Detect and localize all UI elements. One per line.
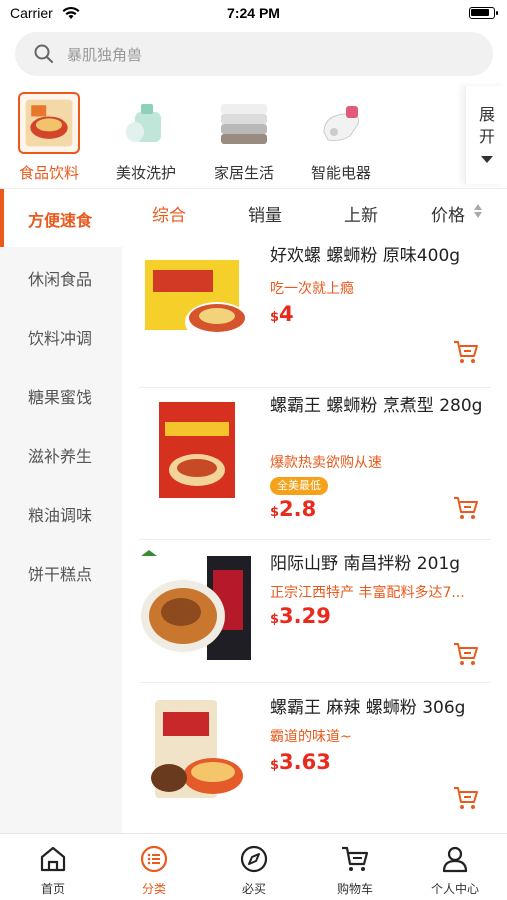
category-beauty[interactable]: 美妆洗护 <box>100 88 192 184</box>
currency-symbol: $ <box>270 310 280 325</box>
expand-categories-button[interactable]: 展开 <box>465 86 507 184</box>
add-to-cart-icon[interactable] <box>453 642 479 666</box>
currency-symbol: $ <box>270 612 280 627</box>
add-to-cart-icon[interactable] <box>453 786 479 810</box>
product-description: 霸道的味道~ <box>270 729 352 745</box>
currency-symbol: $ <box>270 505 280 520</box>
lowest-price-badge: 全美最低 <box>270 477 328 495</box>
product-name: 螺霸王 麻辣 螺蛳粉 306g <box>270 698 466 718</box>
tab-must-buy[interactable]: 必买 <box>214 844 294 897</box>
search-bar[interactable]: 暴肌独角兽 <box>15 32 493 76</box>
category-label: 食品饮料 <box>18 164 79 182</box>
sidebar-item-beverages[interactable]: 饮料冲调 <box>0 307 122 365</box>
tab-home[interactable]: 首页 <box>13 844 93 897</box>
home-icon <box>40 846 66 872</box>
profile-icon <box>442 846 468 873</box>
beauty-thumbnail <box>126 104 161 142</box>
compass-icon <box>240 845 268 873</box>
price-value: 4 <box>279 302 294 326</box>
price-value: 3.63 <box>279 750 331 774</box>
price-value: 3.29 <box>279 604 331 628</box>
food-drink-thumbnail <box>18 92 80 154</box>
product-price: $2.8 <box>270 497 316 521</box>
product-card[interactable]: 螺霸王 麻辣 螺蛳粉 306g 霸道的味道~ $3.63 <box>139 690 491 840</box>
tab-category[interactable]: 分类 <box>114 844 194 897</box>
product-name: 阳际山野 南昌拌粉 201g <box>270 554 461 574</box>
add-to-cart-icon[interactable] <box>453 340 479 364</box>
battery-icon <box>469 7 498 19</box>
sidebar-item-label: 方便速食 <box>28 211 93 230</box>
category-food-drink[interactable]: 食品饮料 <box>3 88 95 184</box>
product-price: $3.63 <box>270 750 331 774</box>
tab-profile[interactable]: 个人中心 <box>415 844 495 897</box>
price-value: 2.8 <box>279 497 317 521</box>
category-icon <box>140 845 168 873</box>
product-description: 吃一次就上瘾 <box>270 281 354 297</box>
product-price: $3.29 <box>270 604 331 628</box>
sort-price[interactable]: 价格 <box>431 201 465 226</box>
caret-down-icon <box>481 156 493 163</box>
sidebar-item-grain-oil[interactable]: 粮油调味 <box>0 484 122 542</box>
category-appliances[interactable]: 智能电器 <box>295 88 387 184</box>
product-card[interactable]: 螺霸王 螺蛳粉 烹煮型 280g 爆款热卖欲购从速 全美最低 $2.8 <box>139 388 491 540</box>
product-image <box>141 550 251 660</box>
sidebar-item-label: 休闲食品 <box>28 270 93 289</box>
bottom-tab-bar: 首页 分类 必买 购物车 个人中心 <box>0 833 507 900</box>
home-living-thumbnail <box>221 104 267 144</box>
sort-toggle-icon[interactable] <box>474 204 484 220</box>
sort-newest[interactable]: 上新 <box>344 201 378 226</box>
sidebar-item-label: 粮油调味 <box>28 506 93 525</box>
sidebar-item-label: 滋补养生 <box>28 447 93 466</box>
tab-label: 个人中心 <box>430 882 479 896</box>
currency-symbol: $ <box>270 758 280 773</box>
status-bar: Carrier 7:24 PM <box>0 0 507 28</box>
sidebar-item-label: 饼干糕点 <box>28 565 93 584</box>
product-name: 螺霸王 螺蛳粉 烹煮型 280g <box>270 396 483 416</box>
product-description: 爆款热卖欲购从速 <box>270 455 382 471</box>
product-image <box>151 700 243 798</box>
product-card[interactable]: 好欢螺 螺蛳粉 原味400g 吃一次就上瘾 $4 <box>139 238 491 388</box>
category-label: 家居生活 <box>213 164 274 182</box>
tab-label: 首页 <box>40 882 65 896</box>
sidebar-item-health[interactable]: 滋补养生 <box>0 425 122 483</box>
product-description: 正宗江西特产 丰富配料多达7... <box>270 585 465 601</box>
appliance-thumbnail <box>323 106 359 141</box>
sidebar-item-candy[interactable]: 糖果蜜饯 <box>0 366 122 424</box>
category-strip: 食品饮料 美妆洗护 家居生活 智能电器 展开 <box>0 84 507 188</box>
product-price: $4 <box>270 302 294 326</box>
tab-label: 分类 <box>141 882 166 896</box>
add-to-cart-icon[interactable] <box>453 496 479 520</box>
search-icon <box>34 44 53 63</box>
sort-sales[interactable]: 销量 <box>248 201 282 226</box>
sidebar-item-label: 饮料冲调 <box>28 329 93 348</box>
tab-label: 购物车 <box>336 882 373 896</box>
divider <box>139 539 491 540</box>
sidebar-item-biscuits[interactable]: 饼干糕点 <box>0 543 122 601</box>
tab-label: 必买 <box>241 882 266 896</box>
sort-comprehensive[interactable]: 综合 <box>152 201 186 226</box>
sidebar-item-label: 糖果蜜饯 <box>28 388 93 407</box>
subcategory-sidebar: 方便速食 休闲食品 饮料冲调 糖果蜜饯 滋补养生 粮油调味 饼干糕点 <box>0 189 122 833</box>
category-home[interactable]: 家居生活 <box>198 88 290 184</box>
clock: 7:24 PM <box>227 5 280 21</box>
product-image <box>145 260 249 342</box>
product-card[interactable]: 阳际山野 南昌拌粉 201g 正宗江西特产 丰富配料多达7... $3.29 <box>139 546 491 696</box>
sidebar-item-snacks[interactable]: 休闲食品 <box>0 248 122 306</box>
sort-bar: 综合 销量 上新 价格 <box>122 189 507 233</box>
tab-cart[interactable]: 购物车 <box>315 844 395 897</box>
category-label: 智能电器 <box>310 164 371 182</box>
expand-label: 展开 <box>479 105 496 146</box>
category-label: 美妆洗护 <box>115 164 176 182</box>
divider <box>139 682 491 683</box>
product-name: 好欢螺 螺蛳粉 原味400g <box>270 246 461 266</box>
sidebar-item-instant-food[interactable]: 方便速食 <box>0 189 122 247</box>
cart-icon <box>342 846 369 871</box>
product-image <box>159 402 235 498</box>
search-placeholder: 暴肌独角兽 <box>67 46 143 64</box>
